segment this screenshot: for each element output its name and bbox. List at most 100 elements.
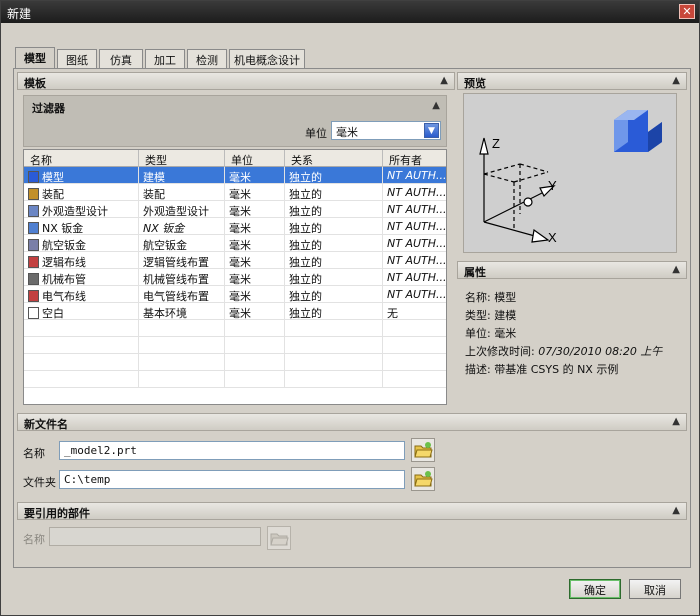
cell-owner: NT AUTH...	[383, 167, 446, 184]
preview-image: Z Y X	[463, 93, 677, 253]
table-row[interactable]: 逻辑布线 逻辑管线布置 毫米 独立的 NT AUTH...	[24, 252, 446, 269]
cell-type: NX 钣金	[139, 218, 225, 235]
cell-text: 无	[387, 307, 398, 320]
collapse-icon[interactable]: ▲	[672, 505, 680, 516]
aero-sheet-metal-icon	[28, 239, 39, 251]
browse-referenced-button	[267, 526, 291, 550]
property-description: 描述: 带基准 CSYS 的 NX 示例	[465, 361, 618, 377]
cell-type: 建模	[139, 167, 225, 184]
table-row[interactable]: 模型 建模 毫米 独立的 NT AUTH...	[24, 167, 446, 184]
tab-model[interactable]: 模型	[15, 47, 55, 69]
cell-text: 独立的	[289, 188, 322, 201]
ok-button[interactable]: 确定	[569, 579, 621, 599]
templates-header[interactable]: 模板 ▲	[17, 72, 455, 90]
column-header-relation[interactable]: 关系	[285, 150, 383, 167]
cell-relation	[285, 371, 383, 388]
table-row[interactable]: NX 钣金 NX 钣金 毫米 独立的 NT AUTH...	[24, 218, 446, 235]
collapse-icon[interactable]: ▲	[672, 75, 680, 86]
column-header-type[interactable]: 类型	[139, 150, 225, 167]
sheet-metal-icon	[28, 222, 39, 234]
cell-name: 电气布线	[24, 286, 139, 303]
column-header-name[interactable]: 名称	[24, 150, 139, 167]
tab-simulation[interactable]: 仿真	[99, 49, 143, 68]
cell-name: 航空钣金	[24, 235, 139, 252]
tab-drawing[interactable]: 图纸	[57, 49, 97, 68]
cell-name: 逻辑布线	[24, 252, 139, 269]
property-value: 毫米	[494, 327, 517, 340]
logic-routing-icon	[28, 256, 39, 268]
table-row[interactable]: 航空钣金 航空钣金 毫米 独立的 NT AUTH...	[24, 235, 446, 252]
cell-unit: 毫米	[225, 201, 285, 218]
column-header-unit[interactable]: 单位	[225, 150, 285, 167]
property-name: 名称: 模型	[465, 289, 516, 305]
cell-text: 毫米	[229, 171, 251, 184]
cell-unit	[225, 371, 285, 388]
cell-owner	[383, 354, 446, 371]
cell-unit: 毫米	[225, 269, 285, 286]
cell-owner: NT AUTH...	[383, 218, 446, 235]
folder-input[interactable]: C:\temp	[59, 470, 405, 489]
table-row[interactable]: 电气布线 电气管线布置 毫米 独立的 NT AUTH...	[24, 286, 446, 303]
folder-open-icon	[270, 533, 289, 546]
column-header-owner[interactable]: 所有者	[383, 150, 446, 167]
template-table: 名称 类型 单位 关系 所有者 模型 建模 毫米 独立的 NT AUTH... 装配 装配毫…	[23, 149, 447, 405]
cell-owner: NT AUTH...	[383, 269, 446, 286]
cancel-button[interactable]: 取消	[629, 579, 681, 599]
collapse-icon[interactable]: ▲	[672, 264, 680, 275]
cell-relation: 独立的	[285, 167, 383, 184]
collapse-icon[interactable]: ▲	[432, 100, 440, 111]
cell-relation: 独立的	[285, 235, 383, 252]
cell-unit: 毫米	[225, 286, 285, 303]
new-file-header[interactable]: 新文件名 ▲	[17, 413, 687, 431]
close-button[interactable]: ✕	[679, 4, 695, 19]
browse-folder-button[interactable]	[411, 467, 435, 491]
cell-text: 基本环境	[143, 307, 187, 320]
cell-type: 外观造型设计	[139, 201, 225, 218]
chevron-down-icon[interactable]: ▼	[424, 123, 439, 138]
cell-text: 毫米	[229, 256, 251, 269]
title-bar[interactable]: 新建 ✕	[1, 1, 699, 23]
table-row[interactable]: 装配 装配 毫米 独立的 NT AUTH...	[24, 184, 446, 201]
cell-relation: 独立的	[285, 201, 383, 218]
cell-unit	[225, 354, 285, 371]
properties-header[interactable]: 属性 ▲	[457, 261, 687, 279]
cell-text: 空白	[42, 307, 64, 320]
cell-type: 航空钣金	[139, 235, 225, 252]
browse-name-button[interactable]	[411, 438, 435, 462]
collapse-icon[interactable]: ▲	[440, 75, 448, 86]
tab-inspection[interactable]: 检测	[187, 49, 227, 68]
cell-text: 装配	[42, 188, 64, 201]
table-row[interactable]: 机械布管 机械管线布置 毫米 独立的 NT AUTH...	[24, 269, 446, 286]
cell-type: 逻辑管线布置	[139, 252, 225, 269]
cell-name: 模型	[24, 167, 139, 184]
section-title: 预览	[464, 77, 486, 90]
cell-owner	[383, 320, 446, 337]
unit-label: 单位	[305, 127, 327, 140]
tab-mechatronics[interactable]: 机电概念设计	[229, 49, 305, 68]
cell-text: 逻辑布线	[42, 256, 86, 269]
property-key: 名称:	[465, 291, 491, 304]
unit-value: 毫米	[336, 126, 358, 139]
preview-header[interactable]: 预览 ▲	[457, 72, 687, 90]
empty-table-row	[24, 354, 446, 371]
table-row[interactable]: 外观造型设计 外观造型设计 毫米 独立的 NT AUTH...	[24, 201, 446, 218]
cell-text: NT AUTH...	[387, 203, 447, 216]
collapse-icon[interactable]: ▲	[672, 416, 680, 427]
file-name-input[interactable]: _model2.prt	[59, 441, 405, 460]
cell-type	[139, 320, 225, 337]
empty-table-row	[24, 371, 446, 388]
cell-text: 独立的	[289, 307, 322, 320]
table-row[interactable]: 空白 基本环境 毫米 独立的 无	[24, 303, 446, 320]
unit-select[interactable]: 毫米 ▼	[331, 121, 441, 140]
referenced-part-header[interactable]: 要引用的部件 ▲	[17, 502, 687, 520]
cell-relation: 独立的	[285, 218, 383, 235]
property-type: 类型: 建模	[465, 307, 516, 323]
cell-owner: NT AUTH...	[383, 235, 446, 252]
section-title: 新文件名	[24, 418, 68, 431]
tab-manufacturing[interactable]: 加工	[145, 49, 185, 68]
properties-panel: 名称: 模型 类型: 建模 单位: 毫米 上次修改时间: 07/30/2010 …	[461, 281, 687, 401]
cell-owner: NT AUTH...	[383, 201, 447, 218]
property-value: 带基准 CSYS 的 NX 示例	[494, 363, 619, 376]
cell-relation: 独立的	[285, 252, 383, 269]
cell-unit: 毫米	[225, 184, 285, 201]
